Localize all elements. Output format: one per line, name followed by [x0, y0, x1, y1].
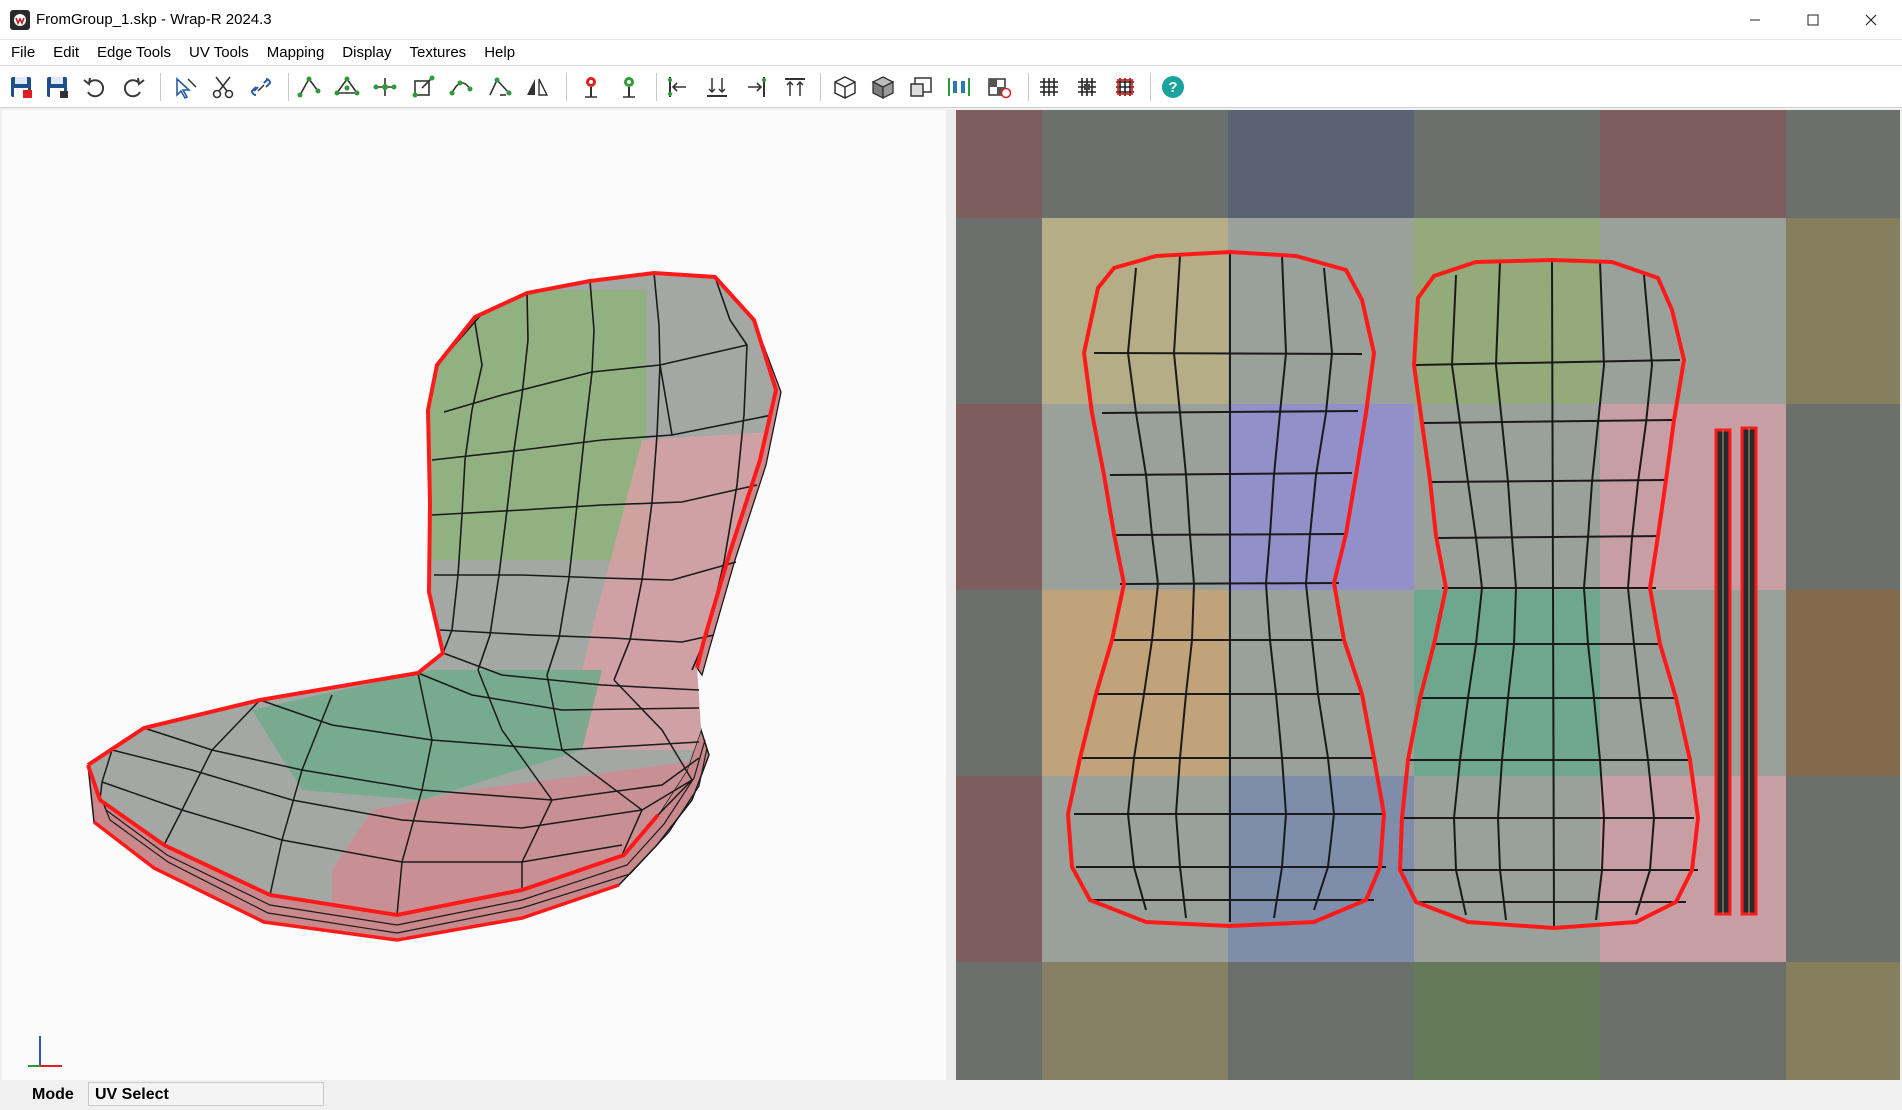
align-right-button[interactable] — [740, 71, 774, 103]
toolbar-separator — [1028, 73, 1029, 101]
undo-button[interactable] — [78, 71, 112, 103]
grid-snap-button[interactable] — [1070, 71, 1104, 103]
pin-green-icon — [623, 77, 635, 98]
3d-chair-model[interactable] — [2, 110, 946, 1080]
save-as-icon — [47, 77, 68, 98]
toolbar-separator — [160, 73, 161, 101]
distribute-icon — [948, 78, 970, 96]
frame-button[interactable] — [904, 71, 938, 103]
maximize-icon — [1807, 14, 1819, 26]
align-top-button[interactable] — [778, 71, 812, 103]
redo-button[interactable] — [116, 71, 150, 103]
uv-tool-4-icon — [412, 75, 435, 98]
pin-red-button[interactable] — [574, 71, 608, 103]
uv-layout[interactable] — [956, 110, 1900, 1080]
app-logo-icon — [10, 10, 30, 30]
mode-value-field: UV Select — [88, 1082, 324, 1106]
grid-red-icon — [1116, 78, 1134, 96]
minimize-icon — [1750, 19, 1760, 21]
uv-tool-6-button[interactable] — [482, 71, 516, 103]
uv-viewport[interactable] — [956, 110, 1900, 1080]
toolbar-separator — [820, 73, 821, 101]
menu-file[interactable]: File — [2, 40, 44, 66]
align-left-button[interactable] — [660, 71, 694, 103]
grid-snap-icon — [1078, 78, 1096, 96]
unlink-seam-icon — [250, 78, 272, 96]
align-right-icon — [748, 77, 766, 97]
uv-tool-2-icon — [334, 76, 360, 96]
uv-checker-background — [956, 110, 1900, 1080]
close-button[interactable] — [1842, 0, 1900, 40]
align-bottom-button[interactable] — [700, 71, 734, 103]
viewport-splitter[interactable] — [946, 110, 956, 1080]
minimize-button[interactable] — [1726, 0, 1784, 40]
uv-tool-1-button[interactable] — [292, 71, 326, 103]
help-icon: ? — [1162, 76, 1184, 98]
align-top-icon — [785, 78, 805, 96]
toolbar-separator — [656, 73, 657, 101]
cut-seam-icon — [212, 76, 234, 99]
menu-edit[interactable]: Edit — [44, 40, 88, 66]
menu-edge-tools[interactable]: Edge Tools — [88, 40, 180, 66]
checker-icon — [988, 78, 1012, 99]
toolbar-separator — [566, 73, 567, 101]
undo-icon — [83, 77, 105, 98]
maximize-button[interactable] — [1784, 0, 1842, 40]
cut-seam-button[interactable] — [206, 71, 240, 103]
frame-icon — [910, 77, 932, 97]
toolbar-separator — [1150, 73, 1151, 101]
mode-label: Mode — [32, 1086, 74, 1103]
uv-tool-4-button[interactable] — [406, 71, 440, 103]
uv-tool-1-icon — [297, 76, 321, 98]
uv-tool-6-icon — [489, 77, 512, 96]
solid-box-icon — [871, 76, 895, 100]
uv-tool-3-button[interactable] — [368, 71, 402, 103]
menu-bar: File Edit Edge Tools UV Tools Mapping Di… — [0, 40, 1902, 66]
save-button[interactable] — [4, 71, 38, 103]
save-as-button[interactable] — [40, 71, 74, 103]
uv-tool-3-icon — [373, 78, 397, 96]
select-button[interactable] — [168, 71, 202, 103]
toolbar: ? — [0, 66, 1902, 108]
align-left-icon — [668, 77, 686, 97]
toolbar-separator — [288, 73, 289, 101]
axis-gizmo-icon — [28, 1036, 62, 1067]
menu-display[interactable]: Display — [333, 40, 400, 66]
title-bar: FromGroup_1.skp - Wrap-R 2024.3 — [0, 0, 1902, 40]
align-bottom-icon — [707, 78, 727, 97]
uv-tool-2-button[interactable] — [330, 71, 364, 103]
grid-red-button[interactable] — [1108, 71, 1142, 103]
uv-tool-5-button[interactable] — [444, 71, 478, 103]
distribute-button[interactable] — [942, 71, 976, 103]
pin-green-button[interactable] — [612, 71, 646, 103]
menu-help[interactable]: Help — [475, 40, 524, 66]
menu-mapping[interactable]: Mapping — [258, 40, 334, 66]
box-map-button[interactable] — [828, 71, 862, 103]
save-red-icon — [11, 77, 32, 98]
box-map-icon — [834, 76, 856, 99]
checker-button[interactable] — [982, 71, 1016, 103]
3d-viewport[interactable] — [2, 110, 946, 1080]
menu-uv-tools[interactable]: UV Tools — [180, 40, 258, 66]
grid-icon — [1040, 78, 1058, 96]
grid-button[interactable] — [1032, 71, 1066, 103]
unlink-seam-button[interactable] — [244, 71, 278, 103]
redo-icon — [123, 77, 145, 98]
pin-red-icon — [585, 77, 597, 98]
mirror-icon — [527, 78, 549, 96]
close-icon — [1865, 14, 1877, 26]
svg-text:?: ? — [1168, 79, 1177, 96]
uv-tool-5-icon — [449, 80, 473, 96]
menu-textures[interactable]: Textures — [400, 40, 475, 66]
select-cursor-icon — [176, 77, 197, 100]
window-title: FromGroup_1.skp - Wrap-R 2024.3 — [36, 11, 272, 28]
mirror-button[interactable] — [520, 71, 554, 103]
status-bar: Mode UV Select — [0, 1080, 1902, 1110]
solid-box-button[interactable] — [866, 71, 900, 103]
help-button[interactable]: ? — [1156, 71, 1190, 103]
